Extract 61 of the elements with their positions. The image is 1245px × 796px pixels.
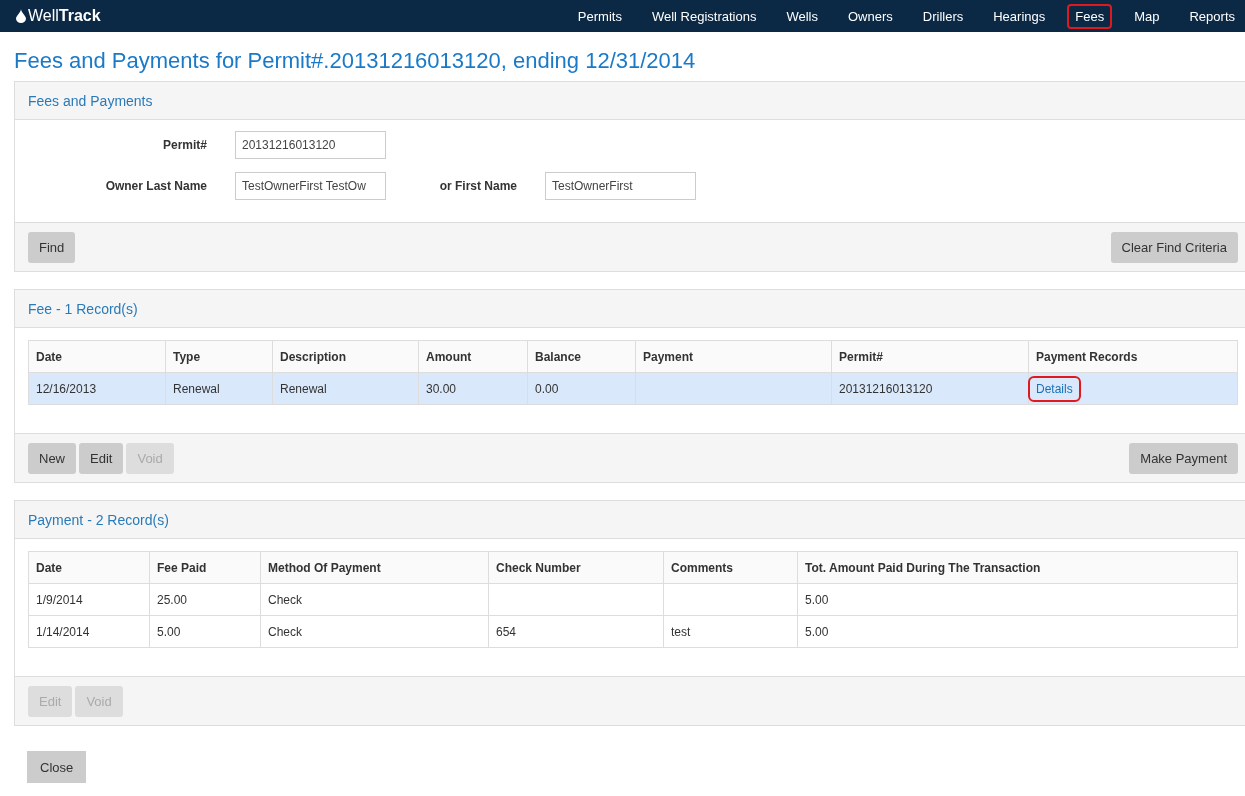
column-header: Date <box>28 340 166 373</box>
nav-link[interactable]: Fees <box>1067 3 1113 29</box>
table-cell: Renewal <box>280 381 327 396</box>
table-cell: 25.00 <box>157 592 188 607</box>
welltrack-logo[interactable]: WellTrack <box>28 7 101 25</box>
field-label: or First Name <box>438 179 517 193</box>
column-header: Type <box>165 340 273 373</box>
column-header: Description <box>272 340 419 373</box>
action-button[interactable]: Find <box>28 231 76 263</box>
table-row[interactable]: 12/16/2013 Renewal Renewal 30.00 0.00 20131216013120 Details <box>28 372 1238 405</box>
page-title: Fees and Payments for Permit#.20131216013120, ending 12/31/2014 <box>14 48 697 74</box>
table-cell: test <box>671 624 691 639</box>
nav-link[interactable]: Drillers <box>914 3 972 29</box>
nav-link[interactable]: Permits <box>569 3 630 29</box>
details-link[interactable]: Details <box>1028 375 1081 402</box>
close-button[interactable]: Close <box>27 751 87 783</box>
table-row[interactable]: 1/9/2014 25.00 Check 5.00 <box>28 583 1238 616</box>
action-button[interactable]: Clear Find Criteria <box>1110 231 1238 263</box>
table-cell: Check <box>268 592 302 607</box>
field-label: Permit# <box>161 138 207 152</box>
column-header: Comments <box>663 551 798 584</box>
nav-link[interactable]: Hearings <box>985 3 1054 29</box>
column-header: Method Of Payment <box>260 551 489 584</box>
table-cell: 0.00 <box>535 381 559 396</box>
table-cell: 1/9/2014 <box>36 592 83 607</box>
table-cell: 20131216013120 <box>839 381 933 396</box>
table-cell: 1/14/2014 <box>36 624 90 639</box>
table-cell: Check <box>268 624 302 639</box>
table-cell: 5.00 <box>805 592 829 607</box>
panel-title: Fee - 1 Record(s) <box>28 300 138 317</box>
column-header: Balance <box>527 340 636 373</box>
nav-link[interactable]: Wells <box>778 3 826 29</box>
first-name-input-field[interactable]: TestOwnerFirst <box>545 172 696 200</box>
column-header: Date <box>28 551 150 584</box>
column-header: Tot. Amount Paid During The Transaction <box>797 551 1238 584</box>
permit-input-field[interactable]: 20131216013120 <box>235 131 386 159</box>
last-name-input-field[interactable]: TestOwnerFirst TestOw <box>235 172 386 200</box>
table-cell: 30.00 <box>426 381 457 396</box>
table-cell: 12/16/2013 <box>36 381 97 396</box>
action-button[interactable]: New <box>28 442 76 474</box>
table-cell: Renewal <box>173 381 220 396</box>
column-header: Check Number <box>488 551 664 584</box>
table-cell: 654 <box>496 624 517 639</box>
panel-title: Payment - 2 Record(s) <box>28 511 169 528</box>
nav-link[interactable]: Map <box>1126 3 1168 29</box>
action-button[interactable]: Edit <box>79 442 124 474</box>
column-header: Permit# <box>831 340 1029 373</box>
column-header: Payment <box>635 340 832 373</box>
panel-title: Fees and Payments <box>28 92 153 109</box>
column-header: Payment Records <box>1028 340 1238 373</box>
nav-link[interactable]: Owners <box>840 3 901 29</box>
field-label: Owner Last Name <box>104 179 207 193</box>
nav-link[interactable]: Reports <box>1181 3 1243 29</box>
table-cell: 5.00 <box>805 624 829 639</box>
table-cell: 5.00 <box>157 624 181 639</box>
column-header: Amount <box>418 340 528 373</box>
column-header: Fee Paid <box>149 551 261 584</box>
table-row[interactable]: 1/14/2014 5.00 Check 654 test 5.00 <box>28 615 1238 648</box>
water-drop-icon <box>16 9 26 23</box>
action-button[interactable]: Make Payment <box>1129 442 1238 474</box>
nav-link[interactable]: Well Registrations <box>643 3 765 29</box>
